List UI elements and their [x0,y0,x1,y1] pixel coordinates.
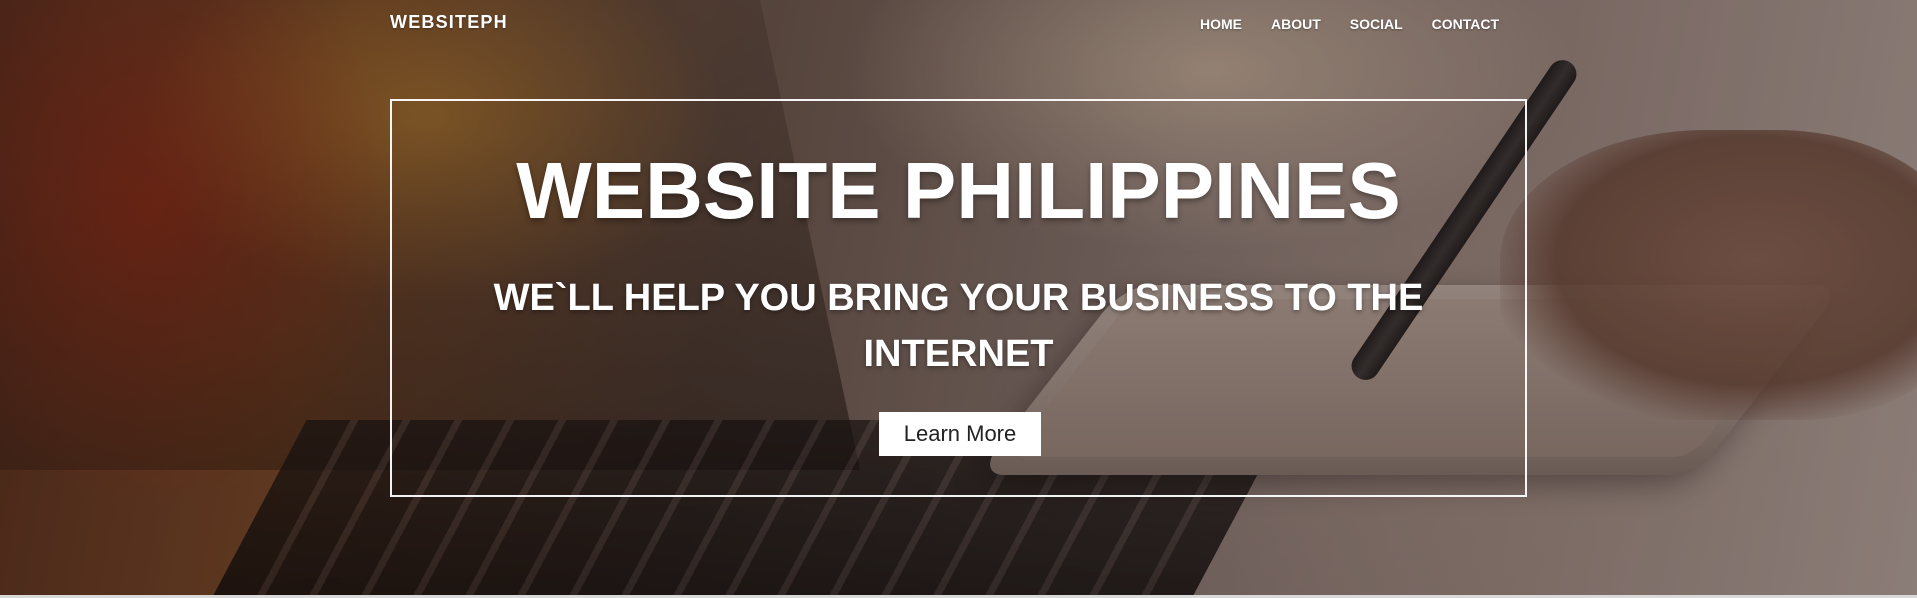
nav-menu: HOME ABOUT SOCIAL CONTACT [1200,16,1499,32]
nav-social[interactable]: SOCIAL [1350,16,1403,32]
nav-home[interactable]: HOME [1200,16,1242,32]
hero-section: WEBSITEPH HOME ABOUT SOCIAL CONTACT WEBS… [0,0,1917,595]
nav-about[interactable]: ABOUT [1271,16,1321,32]
learn-more-button[interactable]: Learn More [879,412,1041,456]
hero-title: WEBSITE PHILIPPINES [516,146,1401,235]
hero-subtitle: WE`LL HELP YOU BRING YOUR BUSINESS TO TH… [493,277,1424,375]
nav-contact[interactable]: CONTACT [1432,16,1499,32]
top-navbar: WEBSITEPH HOME ABOUT SOCIAL CONTACT [0,0,1917,50]
brand-logo[interactable]: WEBSITEPH [390,12,508,33]
